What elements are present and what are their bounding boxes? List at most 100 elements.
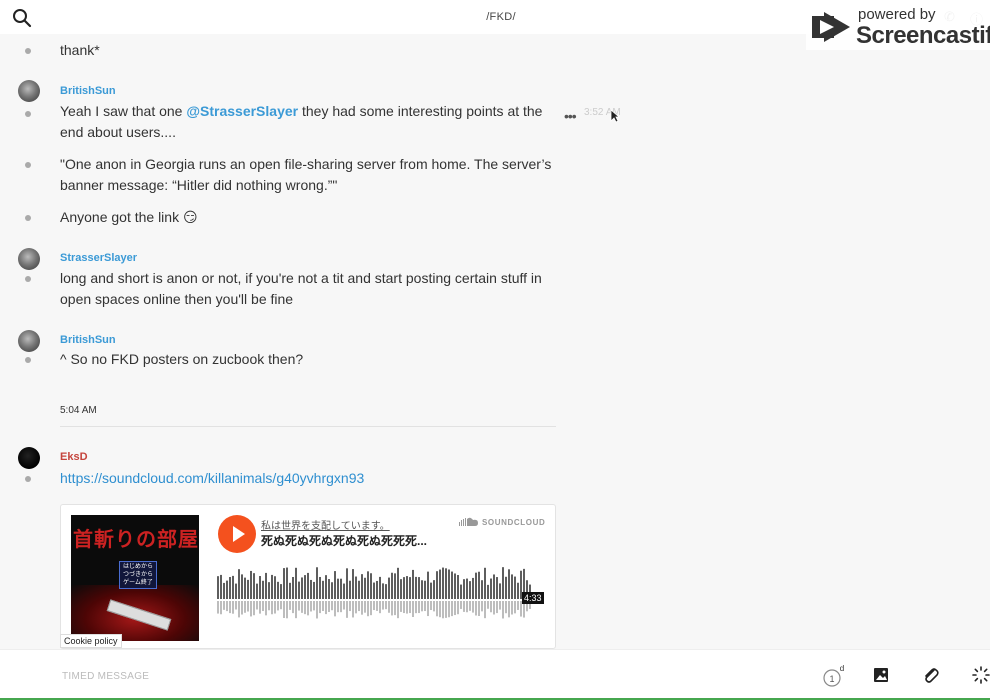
waveform-bar (493, 574, 495, 599)
waveform-reflection (517, 601, 519, 610)
waveform-bar (448, 569, 450, 599)
message-text: long and short is anon or not, if you're… (60, 270, 542, 307)
mention-link[interactable]: @StrasserSlayer (186, 103, 298, 119)
avatar[interactable] (18, 80, 40, 102)
waveform-reflection (361, 601, 363, 615)
avatar[interactable] (18, 330, 40, 352)
waveform-reflection (298, 601, 300, 611)
waveform-reflection (370, 601, 372, 616)
waveform-reflection (490, 601, 492, 613)
soundcloud-link[interactable]: https://soundcloud.com/killanimals/g40yv… (60, 468, 555, 489)
waveform[interactable] (217, 565, 535, 621)
play-button[interactable] (218, 515, 256, 553)
waveform-bar (352, 569, 354, 599)
message-actions-button[interactable]: ••• (564, 108, 577, 124)
waveform-reflection (430, 601, 432, 611)
waveform-bar (496, 577, 498, 599)
waveform-reflection (439, 601, 441, 618)
waveform-reflection (238, 601, 240, 618)
message-bullet (25, 276, 31, 282)
message-text: "One anon in Georgia runs an open file-s… (60, 156, 552, 193)
waveform-bar (445, 568, 447, 599)
waveform-bar (367, 571, 369, 599)
waveform-bar (463, 579, 465, 599)
paperclip-icon[interactable] (922, 666, 940, 684)
waveform-reflection (457, 601, 459, 615)
message-bullet (25, 215, 31, 221)
waveform-reflection (340, 601, 342, 613)
waveform-reflection (409, 601, 411, 614)
waveform-reflection (403, 601, 405, 614)
waveform-reflection (496, 601, 498, 614)
waveform-bar (505, 576, 507, 599)
waveform-bar (436, 571, 438, 599)
waveform-bar (277, 581, 279, 599)
waveform-reflection (448, 601, 450, 618)
message-input[interactable] (62, 666, 762, 686)
waveform-bar (349, 580, 351, 599)
waveform-reflection (385, 601, 387, 610)
waveform-reflection (223, 601, 225, 610)
waveform-bar (406, 576, 408, 599)
waveform-reflection (406, 601, 408, 614)
waveform-reflection (493, 601, 495, 615)
waveform-reflection (322, 601, 324, 612)
waveform-bar (295, 567, 297, 599)
waveform-reflection (424, 601, 426, 612)
timer-icon[interactable]: 1 d (822, 664, 846, 688)
image-icon[interactable] (873, 667, 889, 683)
waveform-reflection (229, 601, 231, 614)
waveform-reflection (391, 601, 393, 616)
watermark-small: powered by (858, 6, 936, 23)
waveform-bar (415, 576, 417, 599)
cookie-policy-link[interactable]: Cookie policy (60, 634, 122, 648)
avatar[interactable] (18, 447, 40, 469)
waveform-bar (394, 573, 396, 599)
avatar[interactable] (18, 248, 40, 270)
waveform-bar (469, 581, 471, 599)
waveform-reflection (292, 601, 294, 614)
waveform-bar (511, 574, 513, 599)
waveform-bar (274, 576, 276, 599)
waveform-bar (370, 573, 372, 599)
waveform-reflection (505, 601, 507, 614)
waveform-bar (343, 583, 345, 599)
waveform-reflection (301, 601, 303, 613)
waveform-bar (271, 574, 273, 599)
waveform-bar (283, 568, 285, 599)
soundcloud-brand[interactable]: SOUNDCLOUD (459, 517, 545, 527)
waveform-bar (481, 580, 483, 599)
waveform-reflection (286, 601, 288, 619)
message-bullet (25, 357, 31, 363)
waveform-reflection (388, 601, 390, 613)
track-title[interactable]: 死ぬ死ぬ死ぬ死ぬ死ぬ死死死... (261, 532, 427, 549)
waveform-reflection (352, 601, 354, 618)
waveform-reflection (511, 601, 513, 615)
waveform-bar (478, 571, 480, 599)
track-duration: 4:33 (522, 592, 544, 604)
track-artwork[interactable]: 首斬りの部屋 はじめから つづきから ゲーム終了 (71, 515, 199, 641)
waveform-reflection (304, 601, 306, 615)
waveform-reflection (472, 601, 474, 613)
waveform-bar (328, 579, 330, 599)
waveform-reflection (313, 601, 315, 611)
track-artist[interactable]: 私は世界を支配しています。 (261, 517, 390, 532)
waveform-reflection (295, 601, 297, 619)
waveform-bar (430, 582, 432, 599)
waveform-reflection (502, 601, 504, 619)
username[interactable]: BritishSun (60, 334, 116, 346)
waveform-bar (220, 574, 222, 599)
username[interactable]: EksD (60, 451, 88, 463)
waveform-reflection (325, 601, 327, 615)
message-text: Anyone got the link 😏 (60, 209, 198, 225)
waveform-bar (397, 567, 399, 599)
username[interactable]: StrasserSlayer (60, 252, 137, 264)
loading-spinner-icon[interactable] (972, 666, 990, 684)
waveform-bar (313, 581, 315, 599)
username[interactable]: BritishSun (60, 85, 116, 97)
waveform-bar (262, 580, 264, 599)
waveform-reflection (232, 601, 234, 614)
waveform-reflection (250, 601, 252, 617)
waveform-bar (235, 583, 237, 599)
waveform-bar (364, 577, 366, 599)
